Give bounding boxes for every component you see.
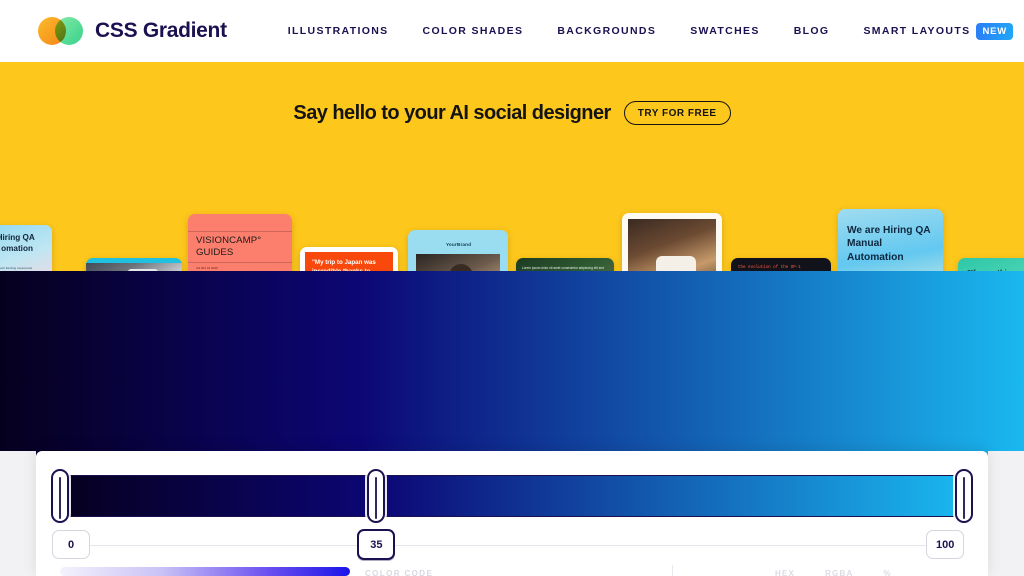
divider bbox=[188, 231, 292, 232]
gradient-control-panel: 0 35 100 bbox=[36, 451, 988, 576]
logo-circle-green bbox=[55, 17, 83, 45]
nav-item-blog[interactable]: BLOG bbox=[794, 25, 830, 37]
promo-card-yourbrand[interactable]: YourBrand bbox=[408, 230, 508, 271]
promo-card-morning-coffee[interactable]: Rise and shine with Morning Cup Coffee L… bbox=[622, 213, 722, 271]
promo-card-control-quote[interactable]: "If everything seems under control, you'… bbox=[958, 258, 1024, 271]
gradient-stop-handle-2[interactable] bbox=[955, 469, 973, 523]
color-code-label: COLOR CODE bbox=[365, 569, 434, 576]
promo-card-body: Join our QA team! Exciting manual and au… bbox=[0, 266, 36, 271]
format-label-percent[interactable]: % bbox=[883, 569, 891, 576]
promo-banner-title: Say hello to your AI social designer bbox=[293, 101, 611, 124]
promo-card-meta: Vol 001 01 2025 bbox=[196, 266, 218, 270]
promo-card-title: VISIONCAMP° GUIDES bbox=[196, 235, 262, 258]
promo-card-tenant-screening[interactable]: The Ultimate Guide to Tenant Screening bbox=[86, 258, 182, 271]
promo-card-quote: "My trip to Japan was incredible thanks … bbox=[312, 259, 376, 271]
brand-logo[interactable]: CSS Gradient bbox=[38, 16, 227, 46]
promo-card-op1[interactable]: the evolution of the OP-1 bbox=[731, 258, 831, 271]
status-badge-new: NEW bbox=[976, 22, 1014, 40]
promo-card-watch[interactable]: Lorem ipsum dolor sit amet consectetur a… bbox=[516, 258, 614, 271]
promo-card-overlay-text: Lorem ipsum dolor sit amet consectetur a… bbox=[522, 266, 604, 270]
site-header: CSS Gradient ILLUSTRATIONS COLOR SHADES … bbox=[0, 0, 1024, 62]
page-root: CSS Gradient ILLUSTRATIONS COLOR SHADES … bbox=[0, 0, 1024, 576]
promo-card-visioncamp-guides[interactable]: VISIONCAMP° GUIDES Vol 001 01 2025 Learn… bbox=[188, 214, 292, 271]
promo-card-image bbox=[86, 263, 182, 271]
gradient-slider-track[interactable] bbox=[60, 475, 964, 517]
two-overlapping-circles-logo bbox=[38, 16, 84, 46]
divider bbox=[672, 565, 673, 576]
promo-card-japan-testimonial[interactable]: "My trip to Japan was incredible thanks … bbox=[300, 247, 398, 271]
divider bbox=[188, 262, 292, 263]
promo-banner-header: Say hello to your AI social designer TRY… bbox=[0, 101, 1024, 125]
main-navigation: ILLUSTRATIONS COLOR SHADES BACKGROUNDS S… bbox=[288, 22, 1014, 40]
gradient-stop-position-input-2[interactable]: 100 bbox=[926, 530, 965, 559]
nav-item-color-shades[interactable]: COLOR SHADES bbox=[423, 25, 524, 37]
nav-item-illustrations[interactable]: ILLUSTRATIONS bbox=[288, 25, 389, 37]
page-background-left bbox=[0, 451, 36, 576]
format-label-rgba[interactable]: RGBA bbox=[825, 569, 853, 576]
divider bbox=[60, 545, 964, 546]
brand-name: CSS Gradient bbox=[95, 19, 227, 42]
gradient-stop-position-input-0[interactable]: 0 bbox=[52, 530, 90, 559]
gradient-stop-handle-1[interactable] bbox=[367, 469, 386, 523]
color-preview-strip[interactable] bbox=[60, 567, 350, 576]
promo-card-brand: YourBrand bbox=[446, 242, 472, 247]
promo-card-quote: "If everything seems under control, you'… bbox=[966, 268, 1024, 271]
nav-item-swatches[interactable]: SWATCHES bbox=[690, 25, 760, 37]
promo-card-image bbox=[628, 219, 716, 271]
promo-card-title: the evolution of the OP-1 bbox=[738, 266, 801, 270]
try-for-free-button[interactable]: TRY FOR FREE bbox=[623, 101, 731, 125]
page-background-right bbox=[988, 451, 1024, 576]
gradient-slider[interactable] bbox=[51, 469, 973, 523]
promo-banner: Say hello to your AI social designer TRY… bbox=[0, 62, 1024, 271]
color-format-labels: HEX RGBA % bbox=[775, 569, 892, 576]
promo-card-title: are Hiring QA nual omation bbox=[0, 233, 35, 253]
promo-card-title: We are Hiring QA Manual Automation bbox=[847, 225, 931, 263]
promo-card-inner: "My trip to Japan was incredible thanks … bbox=[305, 252, 393, 271]
nav-item-backgrounds[interactable]: BACKGROUNDS bbox=[557, 25, 656, 37]
promo-card-hiring-qa-automation[interactable]: We are Hiring QA Manual Automation Join … bbox=[838, 209, 943, 271]
format-label-hex[interactable]: HEX bbox=[775, 569, 795, 576]
gradient-stop-handle-0[interactable] bbox=[51, 469, 69, 523]
promo-card-image bbox=[416, 254, 500, 271]
promo-card-hiring-qa-left[interactable]: are Hiring QA nual omation Join our QA t… bbox=[0, 225, 52, 271]
gradient-stop-position-input-1[interactable]: 35 bbox=[357, 529, 396, 560]
nav-item-smart-layouts[interactable]: SMART LAYOUTS bbox=[863, 25, 970, 37]
